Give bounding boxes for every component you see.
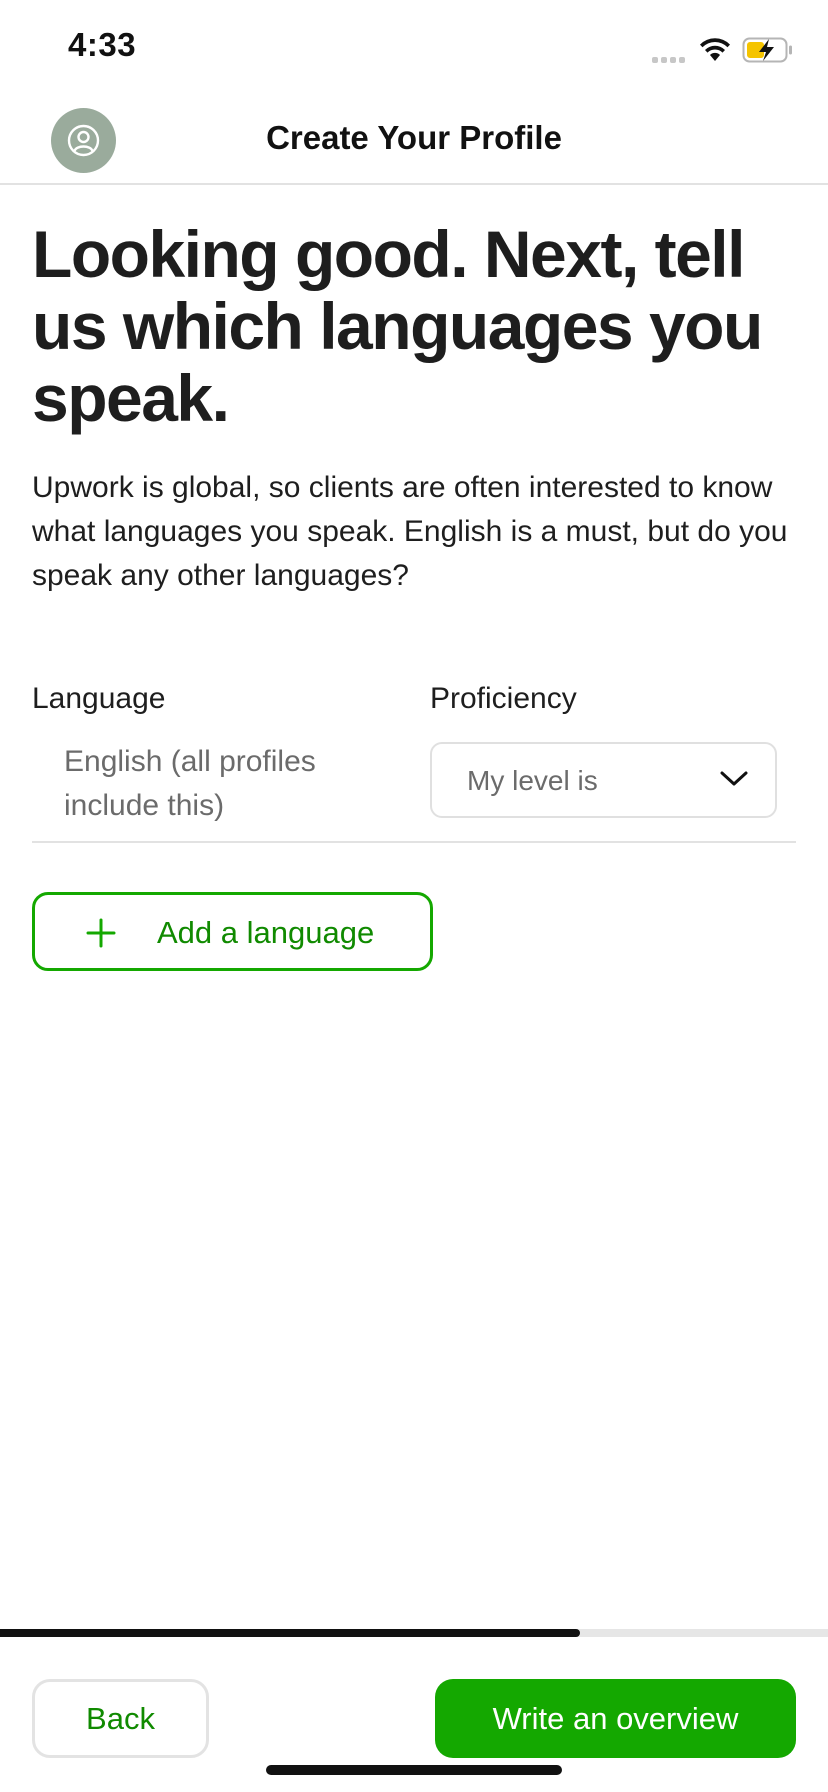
- proficiency-placeholder: My level is: [467, 765, 598, 796]
- page-title: Create Your Profile: [266, 119, 562, 156]
- progress-fill: [0, 1629, 580, 1637]
- cellular-signal-icon: [652, 50, 688, 68]
- add-language-button[interactable]: Add a language: [32, 892, 433, 971]
- proficiency-column-header: Proficiency: [430, 682, 577, 715]
- row-divider: [32, 841, 796, 843]
- chevron-down-icon: [720, 771, 748, 786]
- wifi-icon: [698, 36, 732, 67]
- add-language-label: Add a language: [157, 915, 375, 950]
- home-indicator: [266, 1765, 562, 1775]
- back-button[interactable]: Back: [32, 1679, 209, 1758]
- language-column-header: Language: [32, 682, 166, 715]
- proficiency-select[interactable]: My level is: [430, 742, 777, 818]
- headline: Looking good. Next, tell us which langua…: [32, 217, 763, 435]
- header-divider: [0, 183, 828, 185]
- plus-icon: [86, 918, 116, 948]
- battery-charging-icon: [742, 37, 794, 68]
- language-value: English (all profiles include this): [64, 745, 316, 822]
- write-overview-button[interactable]: Write an overview: [435, 1679, 796, 1758]
- intro-text: Upwork is global, so clients are often i…: [32, 471, 788, 592]
- status-time: 4:33: [68, 26, 137, 63]
